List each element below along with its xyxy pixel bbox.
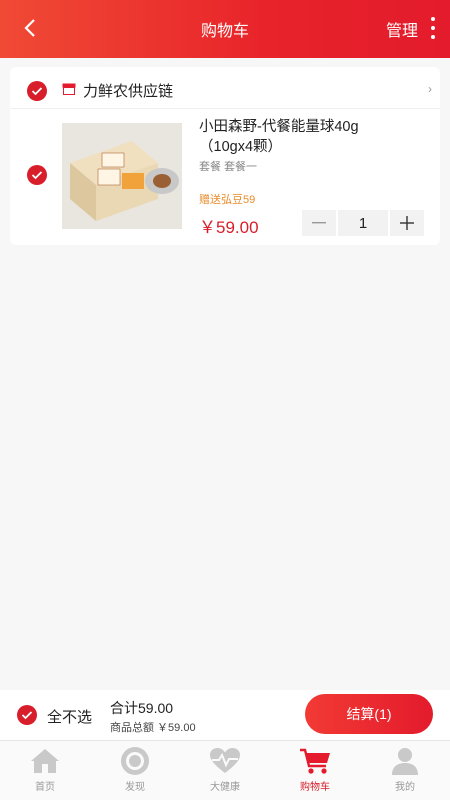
subtotal-amount: 商品总额 ￥59.00	[110, 722, 196, 734]
increase-quantity-button[interactable]	[390, 210, 424, 236]
bottom-tab-bar: 首页 发现 大健康 购物车 我的	[0, 740, 450, 800]
more-dot	[431, 26, 435, 30]
quantity-stepper: 1	[302, 210, 424, 236]
shop-select-checkbox[interactable]	[27, 81, 47, 101]
total-amount: 合计59.00	[110, 700, 174, 716]
header-bar: 购物车 管理	[0, 0, 450, 58]
tab-label: 购物车	[300, 782, 330, 793]
checkout-button[interactable]: 结算(1)	[305, 694, 433, 734]
tab-label: 首页	[35, 782, 55, 793]
cart-shop-card: 力鲜农供应链 › 小田森野-代餐能量球40g（10gx4颗） 套餐 套餐一 赠送…	[10, 67, 440, 245]
more-dot	[431, 17, 435, 21]
tab-home[interactable]: 首页	[0, 741, 90, 800]
quantity-input[interactable]: 1	[338, 210, 388, 236]
product-spec[interactable]: 套餐 套餐一	[199, 158, 257, 174]
checkmark-icon	[31, 87, 43, 96]
product-price: ￥59.00	[199, 218, 259, 237]
select-all-label[interactable]: 全不选	[47, 706, 92, 727]
chevron-right-icon[interactable]: ›	[428, 82, 432, 96]
tab-label: 我的	[395, 782, 415, 793]
plus-icon	[400, 216, 414, 230]
checkmark-icon	[21, 711, 33, 720]
product-image[interactable]	[62, 123, 182, 229]
minus-icon	[312, 222, 326, 224]
promo-label: 赠送弘豆59	[199, 194, 256, 206]
tab-cart[interactable]: 购物车	[270, 741, 360, 800]
more-menu-button[interactable]	[426, 14, 440, 42]
discover-icon	[121, 747, 149, 775]
more-dot	[431, 35, 435, 39]
decrease-quantity-button[interactable]	[302, 210, 336, 236]
tab-profile[interactable]: 我的	[360, 741, 450, 800]
tab-label: 大健康	[210, 782, 240, 793]
shop-name[interactable]: 力鲜农供应链	[83, 80, 173, 101]
home-icon	[31, 749, 59, 773]
page-title: 购物车	[200, 23, 249, 40]
health-icon	[210, 748, 240, 773]
manage-button[interactable]: 管理	[386, 17, 418, 41]
tab-discover[interactable]: 发现	[90, 741, 180, 800]
checkmark-icon	[31, 171, 43, 180]
shop-row[interactable]: 力鲜农供应链 ›	[10, 67, 440, 109]
item-select-checkbox[interactable]	[27, 165, 47, 185]
product-photo-illustration	[62, 123, 182, 229]
profile-icon	[392, 748, 418, 775]
store-icon	[62, 83, 76, 95]
tab-health[interactable]: 大健康	[180, 741, 270, 800]
select-all-checkbox[interactable]	[17, 705, 37, 725]
cart-icon	[300, 748, 330, 774]
checkout-bar: 全不选 合计59.00 商品总额 ￥59.00 结算(1)	[0, 690, 450, 740]
product-name[interactable]: 小田森野-代餐能量球40g（10gx4颗）	[199, 117, 399, 157]
tab-label: 发现	[125, 782, 145, 793]
